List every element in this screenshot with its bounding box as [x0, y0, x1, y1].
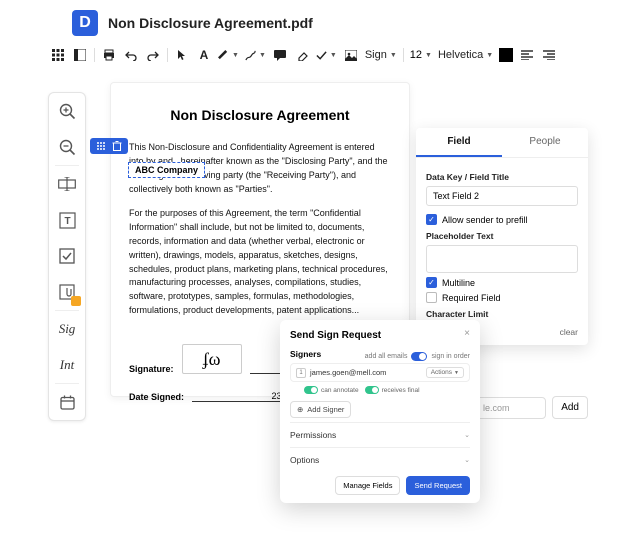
send-sign-request-modal: × Send Sign Request Signers add all emai…	[280, 320, 480, 503]
paragraph-field-tool-icon[interactable]: T	[49, 202, 85, 238]
chevron-down-icon: ⌄	[464, 431, 470, 439]
side-toolbar: T Sig Int	[48, 92, 86, 421]
add-email-bar: le.com Add	[476, 396, 588, 419]
undo-icon[interactable]	[123, 47, 139, 63]
tab-field[interactable]: Field	[416, 128, 502, 157]
datakey-input[interactable]	[426, 186, 578, 206]
checkmark-tool[interactable]: ▼	[316, 50, 337, 61]
tab-people[interactable]: People	[502, 128, 588, 157]
modal-footer: Manage Fields Send Request	[290, 472, 470, 495]
move-icon[interactable]	[96, 141, 106, 151]
field-properties-panel: Field People Data Key / Field Title ✓ Al…	[416, 128, 588, 345]
separator	[167, 48, 168, 62]
highlight-tool[interactable]: ▼	[218, 50, 239, 61]
title-bar: D Non Disclosure Agreement.pdf	[72, 10, 313, 36]
initials-tool-icon[interactable]: Int	[49, 347, 85, 383]
sidebar-toggle-icon[interactable]	[72, 47, 88, 63]
checkbox-icon: ✓	[426, 277, 437, 288]
add-button[interactable]: Add	[552, 396, 588, 419]
text-field-tool-icon[interactable]	[49, 166, 85, 202]
multiline-check[interactable]: ✓ Multiline	[426, 277, 578, 288]
close-icon[interactable]: ×	[464, 328, 470, 339]
doc-heading: Non Disclosure Agreement	[129, 107, 391, 123]
zoom-in-icon[interactable]	[49, 93, 85, 129]
signature-label: Signature:	[129, 364, 174, 374]
signer-index: 1	[296, 368, 306, 378]
modal-title: Send Sign Request	[290, 330, 470, 341]
sign-in-order-label: sign in order	[431, 353, 470, 360]
toolbar: A ▼ ▼ ▼ Sign▼ 12▼ Helvetica▼	[50, 44, 590, 66]
document-title: Non Disclosure Agreement.pdf	[108, 15, 313, 31]
charlimit-label: Character Limit	[426, 309, 578, 319]
lock-badge-icon	[71, 296, 81, 306]
add-signer-button[interactable]: ⊕Add Signer	[290, 401, 351, 418]
doc-paragraph-2: For the purposes of this Agreement, the …	[129, 207, 391, 319]
text-tool-icon[interactable]: A	[196, 47, 212, 63]
signer-permission-pills: can annotate receives final	[304, 386, 470, 394]
zoom-out-icon[interactable]	[49, 129, 85, 165]
company-text-field[interactable]: ABC Company	[128, 162, 205, 178]
checkbox-tool-icon[interactable]	[49, 238, 85, 274]
align-left-icon[interactable]	[519, 47, 535, 63]
placeholder-label: Placeholder Text	[426, 231, 578, 241]
pointer-icon[interactable]	[174, 47, 190, 63]
checkbox-icon: ✓	[426, 214, 437, 225]
date-tool-icon[interactable]	[49, 384, 85, 420]
font-size-select[interactable]: 12▼	[410, 49, 432, 61]
plus-icon: ⊕	[297, 405, 303, 414]
date-label: Date Signed:	[129, 392, 184, 402]
print-icon[interactable]	[101, 47, 117, 63]
email-input[interactable]: le.com	[476, 397, 546, 419]
placeholder-input[interactable]	[426, 245, 578, 273]
separator	[403, 48, 404, 62]
font-family-select[interactable]: Helvetica▼	[438, 49, 493, 61]
sign-tool[interactable]: Sign▼	[365, 49, 397, 61]
signature-tool-icon[interactable]: Sig	[49, 311, 85, 347]
order-row: add all emails sign in order	[365, 352, 470, 361]
allow-prefill-check[interactable]: ✓ Allow sender to prefill	[426, 214, 578, 225]
sign-order-toggle[interactable]	[411, 352, 427, 361]
signer-row: 1 james.goen@mell.com Actions▼	[290, 363, 470, 382]
receives-final-toggle[interactable]: receives final	[365, 386, 420, 394]
add-all-emails-label: add all emails	[365, 353, 408, 360]
can-annotate-toggle[interactable]: can annotate	[304, 386, 359, 394]
align-right-icon[interactable]	[541, 47, 557, 63]
image-icon[interactable]	[343, 47, 359, 63]
redo-icon[interactable]	[145, 47, 161, 63]
comment-icon[interactable]	[272, 47, 288, 63]
separator	[94, 48, 95, 62]
signature-box[interactable]: ʄω	[182, 344, 242, 374]
checkbox-icon	[426, 292, 437, 303]
app-logo: D	[72, 10, 98, 36]
field-drag-handle[interactable]	[90, 138, 128, 154]
manage-fields-button[interactable]: Manage Fields	[335, 476, 400, 495]
delete-icon[interactable]	[112, 141, 122, 151]
send-request-button[interactable]: Send Request	[406, 476, 470, 495]
permissions-accordion[interactable]: Permissions⌄	[290, 422, 470, 447]
signer-actions-dropdown[interactable]: Actions▼	[426, 367, 464, 378]
options-accordion[interactable]: Options⌄	[290, 447, 470, 472]
required-check[interactable]: Required Field	[426, 292, 578, 303]
chevron-down-icon: ⌄	[464, 456, 470, 464]
signature-glyph: ʄω	[203, 349, 221, 370]
eraser-icon[interactable]	[294, 47, 310, 63]
draw-tool[interactable]: ▼	[245, 50, 266, 61]
panel-tabs: Field People	[416, 128, 588, 158]
datakey-label: Data Key / Field Title	[426, 172, 578, 182]
signer-email: james.goen@mell.com	[310, 368, 422, 377]
svg-text:T: T	[64, 216, 70, 227]
color-picker[interactable]	[499, 48, 513, 62]
grid-view-icon[interactable]	[50, 47, 66, 63]
attachment-tool-icon[interactable]	[49, 274, 85, 310]
